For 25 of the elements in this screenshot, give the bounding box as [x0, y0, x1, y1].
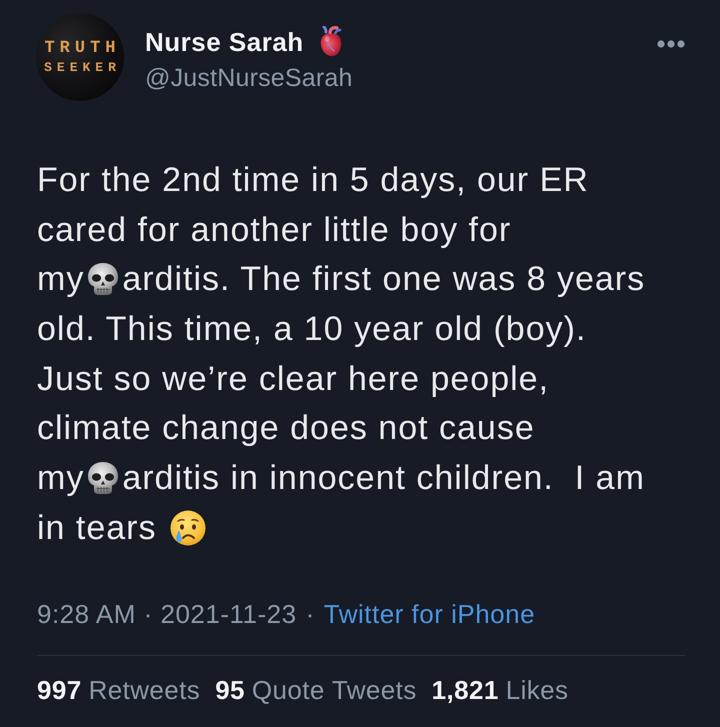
tweet-text: arditis. The first one was 8 years — [122, 259, 646, 300]
display-name[interactable]: Nurse Sarah — [145, 26, 304, 58]
user-handle[interactable]: @JustNurseSarah — [145, 62, 353, 94]
skull-icon — [86, 262, 120, 296]
stat-link[interactable]: 1,821 Likes — [432, 674, 568, 706]
timestamp: 9:28 AM · 2021-11-23 — [37, 598, 297, 630]
tweet-text: arditis in innocent children. I am — [122, 458, 645, 498]
tweet-text: my — [37, 259, 84, 300]
skull-icon — [86, 460, 120, 495]
avatar[interactable]: TRUTH SEEKER — [36, 13, 124, 101]
stat-link[interactable]: 997 Retweets — [37, 674, 200, 706]
source-link[interactable]: Twitter for iPhone — [324, 598, 536, 630]
stat-link[interactable]: 95 Quote Tweets — [215, 674, 417, 706]
avatar-text: SEEKER — [43, 61, 121, 74]
tweet-text: in tears — [37, 508, 156, 548]
crying-face-icon — [170, 510, 206, 546]
tweet-text: my — [37, 458, 84, 498]
dot-separator: · — [306, 598, 315, 630]
tweet-text: cared for another little boy for — [37, 210, 512, 250]
tweet-text: For the 2nd time in 5 days, our ER — [37, 160, 589, 200]
tweet-text: old. This time, a 10 year old (boy). — [37, 308, 586, 349]
more-icon[interactable] — [657, 40, 685, 48]
tweet-text: Just so we’re clear here people, — [37, 358, 550, 399]
avatar-text: TRUTH — [43, 40, 120, 57]
tweet-text: climate change does not cause — [37, 408, 535, 448]
